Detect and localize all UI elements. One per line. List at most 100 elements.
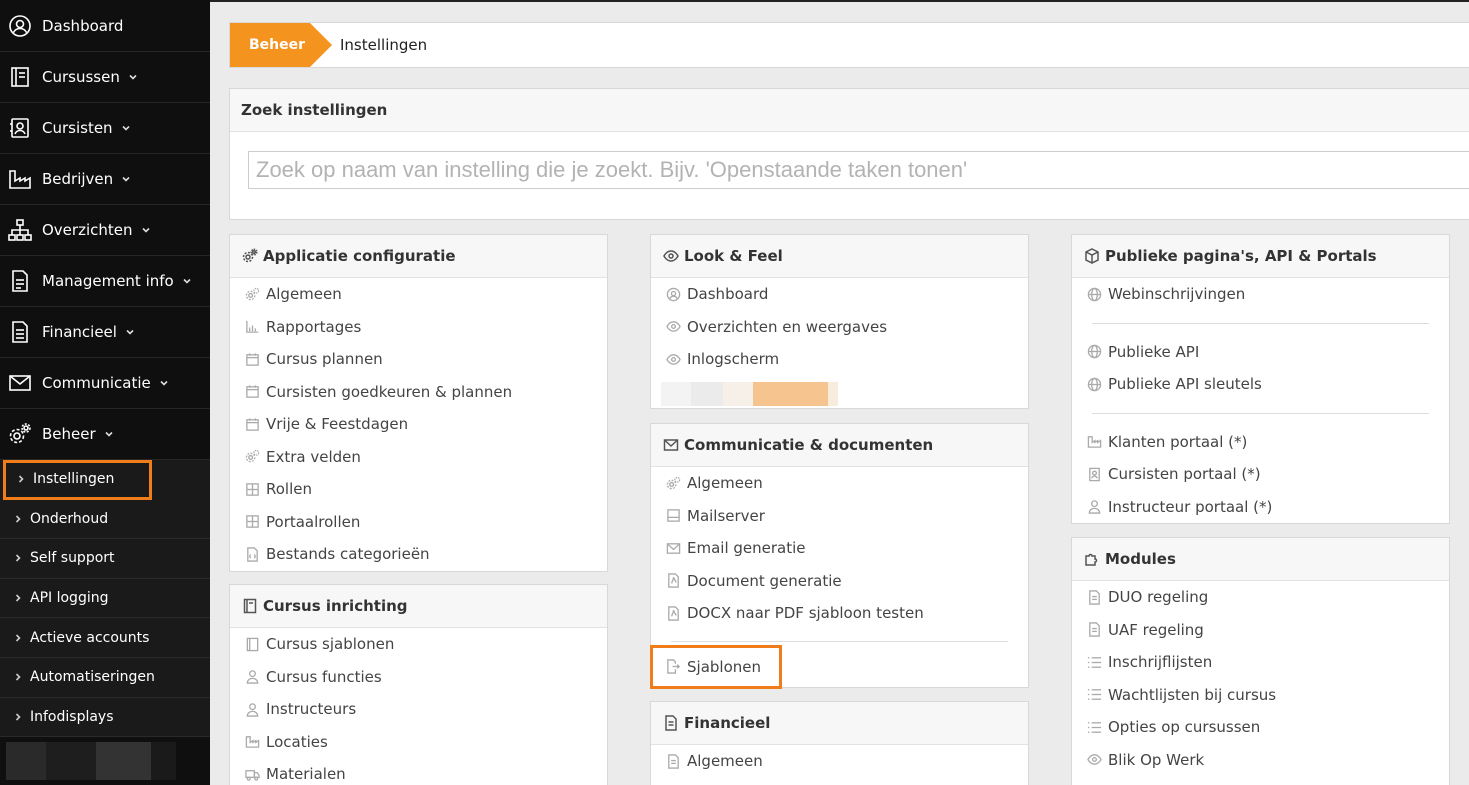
setting-link-rollen[interactable]: Rollen xyxy=(230,473,607,506)
setting-link-inschrijflijsten[interactable]: Inschrijflijsten xyxy=(1072,646,1449,679)
panel-header: Financieel xyxy=(651,702,1028,745)
setting-link-algemeen[interactable]: Algemeen xyxy=(651,745,1028,778)
setting-link-instructeurs[interactable]: Instructeurs xyxy=(230,693,607,726)
panel-title: Look & Feel xyxy=(684,247,783,265)
setting-link-opties-cursussen[interactable]: Opties op cursussen xyxy=(1072,711,1449,744)
subnav-automatiseringen[interactable]: Automatiseringen xyxy=(0,658,210,698)
chevron-right-icon xyxy=(17,475,27,483)
setting-link-cursus-sjablonen[interactable]: Cursus sjablonen xyxy=(230,628,607,661)
setting-link-docx-pdf-testen[interactable]: DOCX naar PDF sjabloon testen xyxy=(651,597,1028,630)
nav-financieel[interactable]: Financieel xyxy=(0,307,210,358)
setting-label: Algemeen xyxy=(266,285,342,304)
setting-link-inlogscherm[interactable]: Inlogscherm xyxy=(651,343,1028,376)
file-pdf-icon xyxy=(664,604,682,622)
setting-link-cursisten-goedkeuren[interactable]: Cursisten goedkeuren & plannen xyxy=(230,376,607,409)
settings-search-input[interactable] xyxy=(248,151,1469,189)
subnav-self-support[interactable]: Self support xyxy=(0,539,210,579)
setting-label: Portaalrollen xyxy=(266,512,361,531)
setting-link-algemeen[interactable]: Algemeen xyxy=(651,467,1028,500)
setting-link-sjablonen[interactable]: Sjablonen xyxy=(650,644,782,689)
setting-label: DOCX naar PDF sjabloon testen xyxy=(687,604,924,623)
panel-cursus-inrichting: Cursus inrichting Cursus sjablonen Cursu… xyxy=(229,584,608,785)
setting-link-wachtlijsten[interactable]: Wachtlijsten bij cursus xyxy=(1072,679,1449,712)
gears-icon xyxy=(243,285,261,303)
contact-card-icon xyxy=(1085,465,1103,483)
setting-link-email-generatie[interactable]: Email generatie xyxy=(651,532,1028,565)
nav-label: Beheer xyxy=(42,425,96,443)
subnav-actieve-accounts[interactable]: Actieve accounts xyxy=(0,618,210,658)
setting-link-portaalrollen[interactable]: Portaalrollen xyxy=(230,506,607,539)
panel-applicatie-configuratie: Applicatie configuratie Algemeen Rapport… xyxy=(229,234,608,572)
setting-link-duo-regeling[interactable]: DUO regeling xyxy=(1072,581,1449,614)
nav-dashboard[interactable]: Dashboard xyxy=(0,0,210,52)
nav-management-info[interactable]: Management info xyxy=(0,256,210,307)
factory-icon xyxy=(243,733,261,751)
settings-list: Dashboard Overzichten en weergaves Inlog… xyxy=(651,278,1028,406)
setting-label: Instructeurs xyxy=(266,700,357,719)
setting-label: Cursisten goedkeuren & plannen xyxy=(266,382,513,401)
envelope-icon xyxy=(662,436,680,454)
setting-label: Klanten portaal (*) xyxy=(1108,432,1248,451)
setting-link-extra-velden[interactable]: Extra velden xyxy=(230,441,607,474)
setting-link-dashboard[interactable]: Dashboard xyxy=(651,278,1028,311)
subnav-label: Automatiseringen xyxy=(30,669,155,686)
subnav-api-logging[interactable]: API logging xyxy=(0,579,210,619)
nav-cursussen[interactable]: Cursussen xyxy=(0,52,210,103)
nav-label: Overzichten xyxy=(42,221,133,239)
beheer-submenu: Instellingen Onderhoud Self support API … xyxy=(0,460,210,738)
setting-link-document-generatie[interactable]: Document generatie xyxy=(651,565,1028,598)
nav-label: Financieel xyxy=(42,323,117,341)
setting-link-bestands-categorieen[interactable]: Bestands categorieën xyxy=(230,538,607,571)
subnav-label: Instellingen xyxy=(33,471,115,488)
nav-overzichten[interactable]: Overzichten xyxy=(0,205,210,256)
document-icon xyxy=(4,316,36,348)
setting-link-klanten-portaal[interactable]: Klanten portaal (*) xyxy=(1072,426,1449,459)
panel-title: Modules xyxy=(1105,550,1176,568)
setting-link-cursus-plannen[interactable]: Cursus plannen xyxy=(230,343,607,376)
subnav-infodisplays[interactable]: Infodisplays xyxy=(0,698,210,738)
setting-link-webinschrijvingen[interactable]: Webinschrijvingen xyxy=(1072,278,1449,311)
setting-link-cursisten-portaal[interactable]: Cursisten portaal (*) xyxy=(1072,458,1449,491)
chevron-right-icon xyxy=(14,594,24,602)
setting-link-rapportages[interactable]: Rapportages xyxy=(230,311,607,344)
setting-link-vrije-feestdagen[interactable]: Vrije & Feestdagen xyxy=(230,408,607,441)
divider xyxy=(1092,322,1429,324)
setting-link-overzichten-weergaves[interactable]: Overzichten en weergaves xyxy=(651,311,1028,344)
setting-label: Inlogscherm xyxy=(687,350,780,369)
chevron-right-icon xyxy=(14,554,24,563)
nav-cursisten[interactable]: Cursisten xyxy=(0,103,210,154)
setting-label: Algemeen xyxy=(687,474,763,493)
setting-link-algemeen[interactable]: Algemeen xyxy=(230,278,607,311)
nav-communicatie[interactable]: Communicatie xyxy=(0,358,210,409)
subnav-instellingen[interactable]: Instellingen xyxy=(3,460,152,500)
setting-label: Dashboard xyxy=(687,285,769,304)
setting-label: Webinschrijvingen xyxy=(1108,285,1246,304)
setting-link-locaties[interactable]: Locaties xyxy=(230,726,607,759)
setting-label: Rapportages xyxy=(266,317,362,336)
panel-modules: Modules DUO regeling UAF regeling Inschr… xyxy=(1071,537,1450,785)
subnav-onderhoud[interactable]: Onderhoud xyxy=(0,500,210,540)
globe-icon xyxy=(1085,285,1103,303)
panel-look-feel: Look & Feel Dashboard Overzichten en wee… xyxy=(650,234,1029,409)
setting-link-materialen[interactable]: Materialen xyxy=(230,758,607,785)
nav-beheer[interactable]: Beheer xyxy=(0,409,210,460)
setting-link-cursus-functies[interactable]: Cursus functies xyxy=(230,661,607,694)
setting-link-uaf-regeling[interactable]: UAF regeling xyxy=(1072,614,1449,647)
chevron-right-icon xyxy=(14,673,24,681)
setting-label: Rollen xyxy=(266,480,312,499)
setting-link-publieke-api[interactable]: Publieke API xyxy=(1072,336,1449,369)
setting-link-publieke-api-sleutels[interactable]: Publieke API sleutels xyxy=(1072,368,1449,401)
setting-link-mailserver[interactable]: Mailserver xyxy=(651,500,1028,533)
user-icon xyxy=(243,700,261,718)
grid-icon xyxy=(243,480,261,498)
breadcrumb-home[interactable]: Beheer xyxy=(230,23,332,67)
envelope-icon xyxy=(4,367,36,399)
panel-title: Communicatie & documenten xyxy=(684,436,934,454)
document-icon xyxy=(662,714,680,732)
setting-link-blik-op-werk[interactable]: Blik Op Werk xyxy=(1072,744,1449,777)
chevron-down-icon xyxy=(121,174,131,184)
nav-bedrijven[interactable]: Bedrijven xyxy=(0,154,210,205)
subnav-label: API logging xyxy=(30,590,109,607)
setting-link-instructeur-portaal[interactable]: Instructeur portaal (*) xyxy=(1072,491,1449,524)
breadcrumb-current: Instellingen xyxy=(340,36,428,54)
